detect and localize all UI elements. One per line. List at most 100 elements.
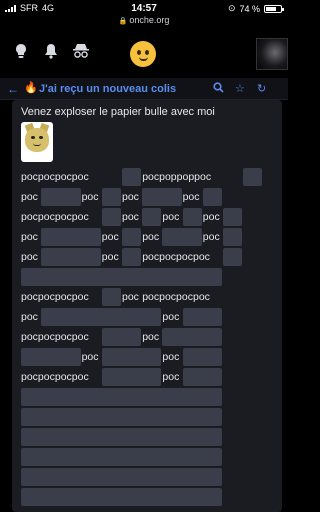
- spoiler-bubble[interactable]: poc: [223, 208, 243, 226]
- poc-row: pocpocpocpocpocpocpocpocpocpoc: [21, 347, 271, 367]
- sticker-eye: [39, 136, 43, 139]
- spoiler-bubble[interactable]: pocpocpoc: [162, 328, 222, 346]
- poc-text: poc: [162, 211, 180, 223]
- spoiler-bubble[interactable]: pocpoc: [182, 348, 222, 366]
- site-header: [0, 32, 288, 74]
- spoiler-bubble[interactable]: poc: [101, 188, 121, 206]
- star-icon[interactable]: ☆: [235, 82, 245, 95]
- poc-text: poc: [202, 231, 220, 243]
- poc-text: poc: [101, 251, 119, 263]
- poc-text: poc: [122, 291, 139, 303]
- spoiler-bubble[interactable]: pocpocpoc: [41, 228, 101, 246]
- poc-row: pocpocpocpocpocpocpocpocpocpocpoc: [21, 227, 271, 247]
- poc-text: poc: [142, 231, 160, 243]
- spoiler-bubble[interactable]: pocpocpoc: [101, 348, 162, 366]
- spoiler-bubble[interactable]: poc: [101, 288, 121, 306]
- status-bar: SFR 4G 14:57 ⊙ 74 %: [0, 0, 288, 16]
- bubble-wrap-grid: pocpocpocpocpocpocpoppoppocpocpocpocpocp…: [21, 167, 271, 507]
- spoiler-bubble[interactable]: pocpoc: [182, 368, 222, 386]
- poc-row: pocpocpocpocpocpocpocpocpocpoc: [21, 467, 271, 487]
- poc-row: pocpocpocpocpocpocpocpocpocpoc: [21, 487, 271, 507]
- spoiler-bubble[interactable]: poc: [122, 228, 142, 246]
- poc-row: pocpocpocpocpocpocpocpocpocpoc: [21, 327, 271, 347]
- poc-text: pocpocpocpoc: [21, 291, 89, 303]
- poc-text: poc: [21, 191, 38, 203]
- spoiler-bubble[interactable]: poc: [202, 188, 222, 206]
- user-avatar[interactable]: [256, 38, 288, 70]
- poc-text: pocpocpocpoc: [21, 371, 89, 383]
- poc-text: poc: [81, 351, 99, 363]
- incognito-icon[interactable]: [72, 43, 90, 62]
- spoiler-bubble[interactable]: poc: [122, 168, 142, 186]
- spoiler-bubble[interactable]: poc: [101, 208, 121, 226]
- lightbulb-icon[interactable]: [14, 43, 28, 62]
- logo-eye: [137, 50, 141, 55]
- refresh-icon[interactable]: ↻: [257, 82, 266, 95]
- poc-text: pocpocpocpoc: [142, 251, 210, 263]
- spoiler-bubble[interactable]: pocpocpocpocpocpocpocpocpocpoc: [21, 488, 222, 506]
- address-bar[interactable]: 🔒 onche.org: [0, 15, 288, 25]
- poc-row: pocpocpocpocpocpocpocpocpocpoc: [21, 187, 271, 207]
- poc-text: poc: [21, 311, 38, 323]
- spoiler-bubble[interactable]: pocpocpoc: [21, 348, 81, 366]
- poc-row: pocpocpocpocpocpocpocpocpocpoc: [21, 367, 271, 387]
- topic-title[interactable]: J'ai reçu un nouveau colis: [39, 83, 176, 95]
- poc-text: poc: [162, 311, 180, 323]
- topic-bar: ← 🔥 J'ai reçu un nouveau colis ☆ ↻: [0, 78, 288, 100]
- poc-text: pocpoppoppoc: [142, 171, 212, 183]
- spoiler-bubble[interactable]: pocpocpocpocpocpocpocpocpocpoc: [21, 388, 222, 406]
- poc-row: pocpocpocpocpocpocpocpocpocpoc: [21, 287, 271, 307]
- search-icon[interactable]: [213, 82, 224, 96]
- spoiler-bubble[interactable]: pocpoc: [101, 328, 142, 346]
- battery-percent: 74 %: [239, 3, 260, 14]
- spoiler-bubble[interactable]: pocpocpocpocpocpocpocpocpocpoc: [21, 268, 222, 286]
- spoiler-bubble[interactable]: pocpocpocpocpocpocpocpocpocpoc: [21, 448, 222, 466]
- poc-text: poc: [182, 191, 200, 203]
- poc-text: poc: [21, 231, 38, 243]
- sticker-eye: [31, 136, 35, 139]
- spoiler-bubble[interactable]: pocpocpocpocpocpocpocpocpocpoc: [21, 408, 222, 426]
- fire-icon: 🔥: [24, 82, 38, 94]
- spoiler-bubble[interactable]: poc: [142, 208, 162, 226]
- poc-text: poc: [162, 371, 180, 383]
- spoiler-bubble[interactable]: pocpoc: [142, 188, 182, 206]
- rotation-lock-icon: ⊙: [227, 3, 236, 13]
- poc-row: pocpocpocpocpocpocpoppoppocpoc: [21, 167, 271, 187]
- spoiler-bubble[interactable]: pocpoc: [182, 308, 222, 326]
- battery-icon: [264, 4, 284, 13]
- spoiler-bubble[interactable]: pocpocpoc: [41, 248, 101, 266]
- logo-mouth: [139, 57, 148, 61]
- poc-text: pocpocpocpoc: [21, 211, 89, 223]
- spoiler-bubble[interactable]: pocpocpocpocpocpocpocpocpocpoc: [21, 428, 222, 446]
- poc-text: poc: [81, 191, 99, 203]
- back-arrow-icon[interactable]: ←: [7, 82, 19, 96]
- battery-info: ⊙ 74 %: [227, 3, 284, 14]
- spoiler-bubble[interactable]: poc: [182, 208, 202, 226]
- poc-text: poc: [101, 231, 119, 243]
- site-logo[interactable]: [130, 41, 156, 67]
- spoiler-bubble[interactable]: pocpoc: [41, 188, 81, 206]
- message-post: Venez exploser le papier bulle avec moi …: [12, 100, 282, 512]
- spoiler-bubble[interactable]: pocpocpocpocpocpocpocpocpocpoc: [21, 468, 222, 486]
- url-text: onche.org: [129, 15, 170, 25]
- poc-row: pocpocpocpocpocpocpocpocpocpocpoc: [21, 207, 271, 227]
- spoiler-bubble[interactable]: poc: [223, 248, 243, 266]
- poc-text: pocpocpocpoc: [21, 331, 89, 343]
- spoiler-bubble[interactable]: pocpoc: [162, 228, 202, 246]
- poc-text: poc: [142, 331, 160, 343]
- battery-fill: [266, 6, 277, 11]
- spoiler-bubble[interactable]: pocpocpoc: [101, 368, 162, 386]
- poc-text: poc: [21, 251, 38, 263]
- spoiler-bubble[interactable]: poc: [223, 228, 243, 246]
- poc-row: pocpocpocpocpocpocpocpocpocpoc: [21, 447, 271, 467]
- message-text: Venez exploser le papier bulle avec moi: [21, 106, 215, 118]
- bell-icon[interactable]: [44, 43, 58, 62]
- spoiler-bubble[interactable]: poc: [243, 168, 263, 186]
- lock-icon: 🔒: [118, 18, 128, 25]
- poc-text: poc: [122, 211, 139, 223]
- poc-text: pocpocpocpoc: [142, 291, 210, 303]
- poc-row: pocpocpocpocpocpocpocpocpocpoc: [21, 387, 271, 407]
- spoiler-bubble[interactable]: pocpocpocpocpocpoc: [41, 308, 162, 326]
- spoiler-bubble[interactable]: poc: [122, 248, 142, 266]
- logo-eye: [145, 50, 149, 55]
